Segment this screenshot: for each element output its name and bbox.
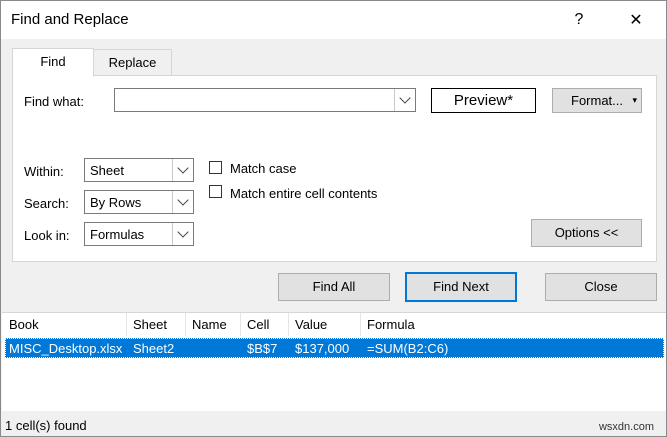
window-title: Find and Replace — [11, 11, 129, 28]
close-icon[interactable]: ✕ — [613, 1, 659, 39]
row-cell: $B$7 — [247, 341, 278, 356]
within-select[interactable]: Sheet — [84, 158, 194, 182]
row-book: MISC_Desktop.xlsx — [9, 341, 123, 356]
watermark: wsxdn.com — [598, 421, 654, 433]
chevron-down-icon — [177, 194, 189, 206]
options-button[interactable]: Options << — [531, 219, 642, 247]
row-value: $137,000 — [295, 341, 350, 356]
match-entire-label[interactable]: Match entire cell contents — [230, 186, 377, 201]
find-replace-dialog: Find and Replace ? ✕ Replace Find Find w… — [0, 0, 667, 437]
chevron-down-icon — [177, 162, 189, 174]
help-icon[interactable]: ? — [556, 1, 602, 39]
column-header-name[interactable]: Name — [186, 313, 241, 336]
find-what-label: Find what: — [24, 94, 84, 109]
column-header-cell[interactable]: Cell — [241, 313, 289, 336]
find-what-dropdown[interactable] — [394, 89, 415, 111]
column-header-formula[interactable]: Formula — [361, 313, 665, 336]
match-case-checkbox[interactable] — [209, 161, 222, 174]
within-dropdown[interactable] — [172, 159, 193, 181]
search-dropdown[interactable] — [172, 191, 193, 213]
match-case-label[interactable]: Match case — [230, 161, 296, 176]
row-formula: =SUM(B2:C6) — [367, 341, 449, 356]
close-button[interactable]: Close — [545, 273, 657, 301]
tab-find[interactable]: Find — [12, 48, 94, 77]
format-preview: Preview* — [431, 88, 536, 113]
chevron-down-icon — [399, 92, 411, 104]
format-button[interactable]: Format... ▾ — [552, 88, 642, 113]
within-label: Within: — [24, 164, 64, 179]
look-in-select[interactable]: Formulas — [84, 222, 194, 246]
find-what-input[interactable] — [114, 88, 416, 112]
row-sheet: Sheet2 — [133, 341, 175, 356]
find-all-button[interactable]: Find All — [278, 273, 390, 301]
match-entire-checkbox[interactable] — [209, 185, 222, 198]
search-select[interactable]: By Rows — [84, 190, 194, 214]
search-label: Search: — [24, 196, 69, 211]
column-header-sheet[interactable]: Sheet — [127, 313, 186, 336]
tab-replace[interactable]: Replace — [93, 49, 172, 76]
status-text: 1 cell(s) found — [5, 418, 87, 433]
search-value: By Rows — [90, 195, 142, 210]
format-dropdown-arrow-icon[interactable]: ▾ — [632, 89, 637, 112]
tab-find-label: Find — [40, 54, 66, 69]
column-header-value[interactable]: Value — [289, 313, 361, 336]
look-in-label: Look in: — [24, 228, 70, 243]
find-next-button[interactable]: Find Next — [405, 272, 517, 302]
look-in-value: Formulas — [90, 227, 145, 242]
look-in-dropdown[interactable] — [172, 223, 193, 245]
format-button-label: Format... — [571, 93, 624, 108]
chevron-down-icon — [177, 226, 189, 238]
column-header-book[interactable]: Book — [3, 313, 127, 336]
within-value: Sheet — [90, 163, 124, 178]
tab-replace-label: Replace — [108, 55, 157, 70]
